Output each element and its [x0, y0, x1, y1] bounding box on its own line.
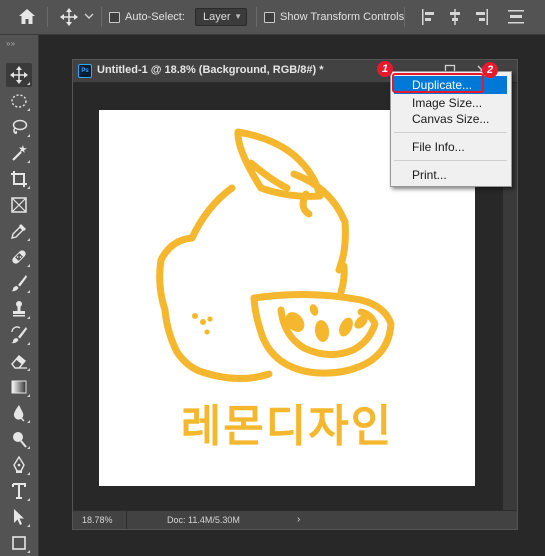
menu-item-file-info[interactable]: File Info... [394, 138, 507, 156]
layer-select[interactable]: Layer ▼ [195, 8, 247, 26]
dodge-tool[interactable] [6, 427, 32, 451]
status-menu-arrow-icon[interactable]: › [297, 514, 300, 525]
align-top-icon[interactable] [507, 8, 525, 26]
path-selection-tool[interactable] [6, 505, 32, 529]
arrow-cursor-icon [14, 509, 24, 525]
photoshop-file-icon: Ps [78, 64, 92, 78]
doc-size-info: Doc: 11.4M/5.30M [167, 515, 240, 525]
align-center-icon[interactable] [447, 8, 463, 26]
lasso-tool[interactable] [6, 115, 32, 139]
type-icon [12, 483, 26, 499]
brush-tool[interactable] [6, 271, 32, 295]
history-brush-tool[interactable] [6, 323, 32, 347]
menu-separator [394, 160, 507, 161]
stamp-icon [13, 301, 25, 317]
bandage-icon [12, 250, 26, 264]
move-icon [10, 66, 28, 84]
rectangle-icon [12, 536, 26, 550]
menu-item-canvas-size[interactable]: Canvas Size... [394, 110, 507, 128]
step-badge-1: 1 [377, 61, 393, 77]
korean-text: 레몬디자인 [181, 401, 393, 452]
highlight-box [392, 73, 484, 93]
auto-select-checkbox[interactable]: Auto-Select: [109, 11, 185, 23]
history-brush-icon [11, 326, 27, 344]
dodge-icon [13, 432, 27, 448]
crop-icon [11, 171, 27, 187]
gradient-icon [11, 380, 27, 394]
pen-tool[interactable] [6, 453, 32, 477]
show-transform-label: Show Transform Controls [280, 11, 405, 23]
eraser-icon [11, 355, 27, 369]
status-bar: 18.78% Doc: 11.4M/5.30M › [73, 510, 517, 529]
chevron-down-icon: ▼ [234, 12, 242, 21]
eyedropper-tool[interactable] [6, 219, 32, 243]
menu-separator [394, 132, 507, 133]
elliptical-marquee-icon [11, 94, 27, 108]
zoom-level[interactable]: 18.78% [82, 515, 113, 525]
clone-stamp-tool[interactable] [6, 297, 32, 321]
gradient-tool[interactable] [6, 375, 32, 399]
magic-wand-icon [12, 145, 27, 161]
panel-grip-icon[interactable]: » » [6, 39, 15, 48]
eyedropper-icon [11, 224, 26, 239]
brush-icon [11, 275, 27, 292]
align-right-icon[interactable] [473, 8, 489, 26]
align-left-icon[interactable] [421, 8, 437, 26]
show-transform-checkbox[interactable]: Show Transform Controls [264, 11, 404, 23]
pen-icon [13, 456, 25, 473]
move-tool[interactable] [6, 63, 32, 87]
document-title: Untitled-1 @ 18.8% (Background, RGB/8#) … [97, 64, 324, 76]
step-badge-2: 2 [482, 62, 498, 78]
move-tool-icon[interactable] [60, 8, 78, 26]
quick-selection-tool[interactable] [6, 141, 32, 165]
eraser-tool[interactable] [6, 349, 32, 373]
frame-icon [11, 197, 27, 213]
rectangle-tool[interactable] [6, 531, 32, 555]
marquee-tool[interactable] [6, 89, 32, 113]
layer-select-value: Layer [203, 11, 231, 23]
frame-tool[interactable] [6, 193, 32, 217]
home-icon[interactable] [17, 7, 37, 27]
blur-tool[interactable] [6, 401, 32, 425]
checkbox-box[interactable] [264, 11, 275, 23]
menu-item-print[interactable]: Print... [394, 166, 507, 184]
tools-panel: » » [0, 35, 39, 556]
lasso-icon [12, 119, 28, 134]
type-tool[interactable] [6, 479, 32, 503]
healing-brush-tool[interactable] [6, 245, 32, 269]
options-bar: Auto-Select: Layer ▼ Show Transform Cont… [0, 0, 545, 35]
checkbox-box[interactable] [109, 11, 120, 23]
crop-tool[interactable] [6, 167, 32, 191]
tool-preset-chevron-icon[interactable] [84, 11, 94, 21]
auto-select-label: Auto-Select: [125, 11, 185, 23]
blur-drop-icon [13, 405, 25, 422]
